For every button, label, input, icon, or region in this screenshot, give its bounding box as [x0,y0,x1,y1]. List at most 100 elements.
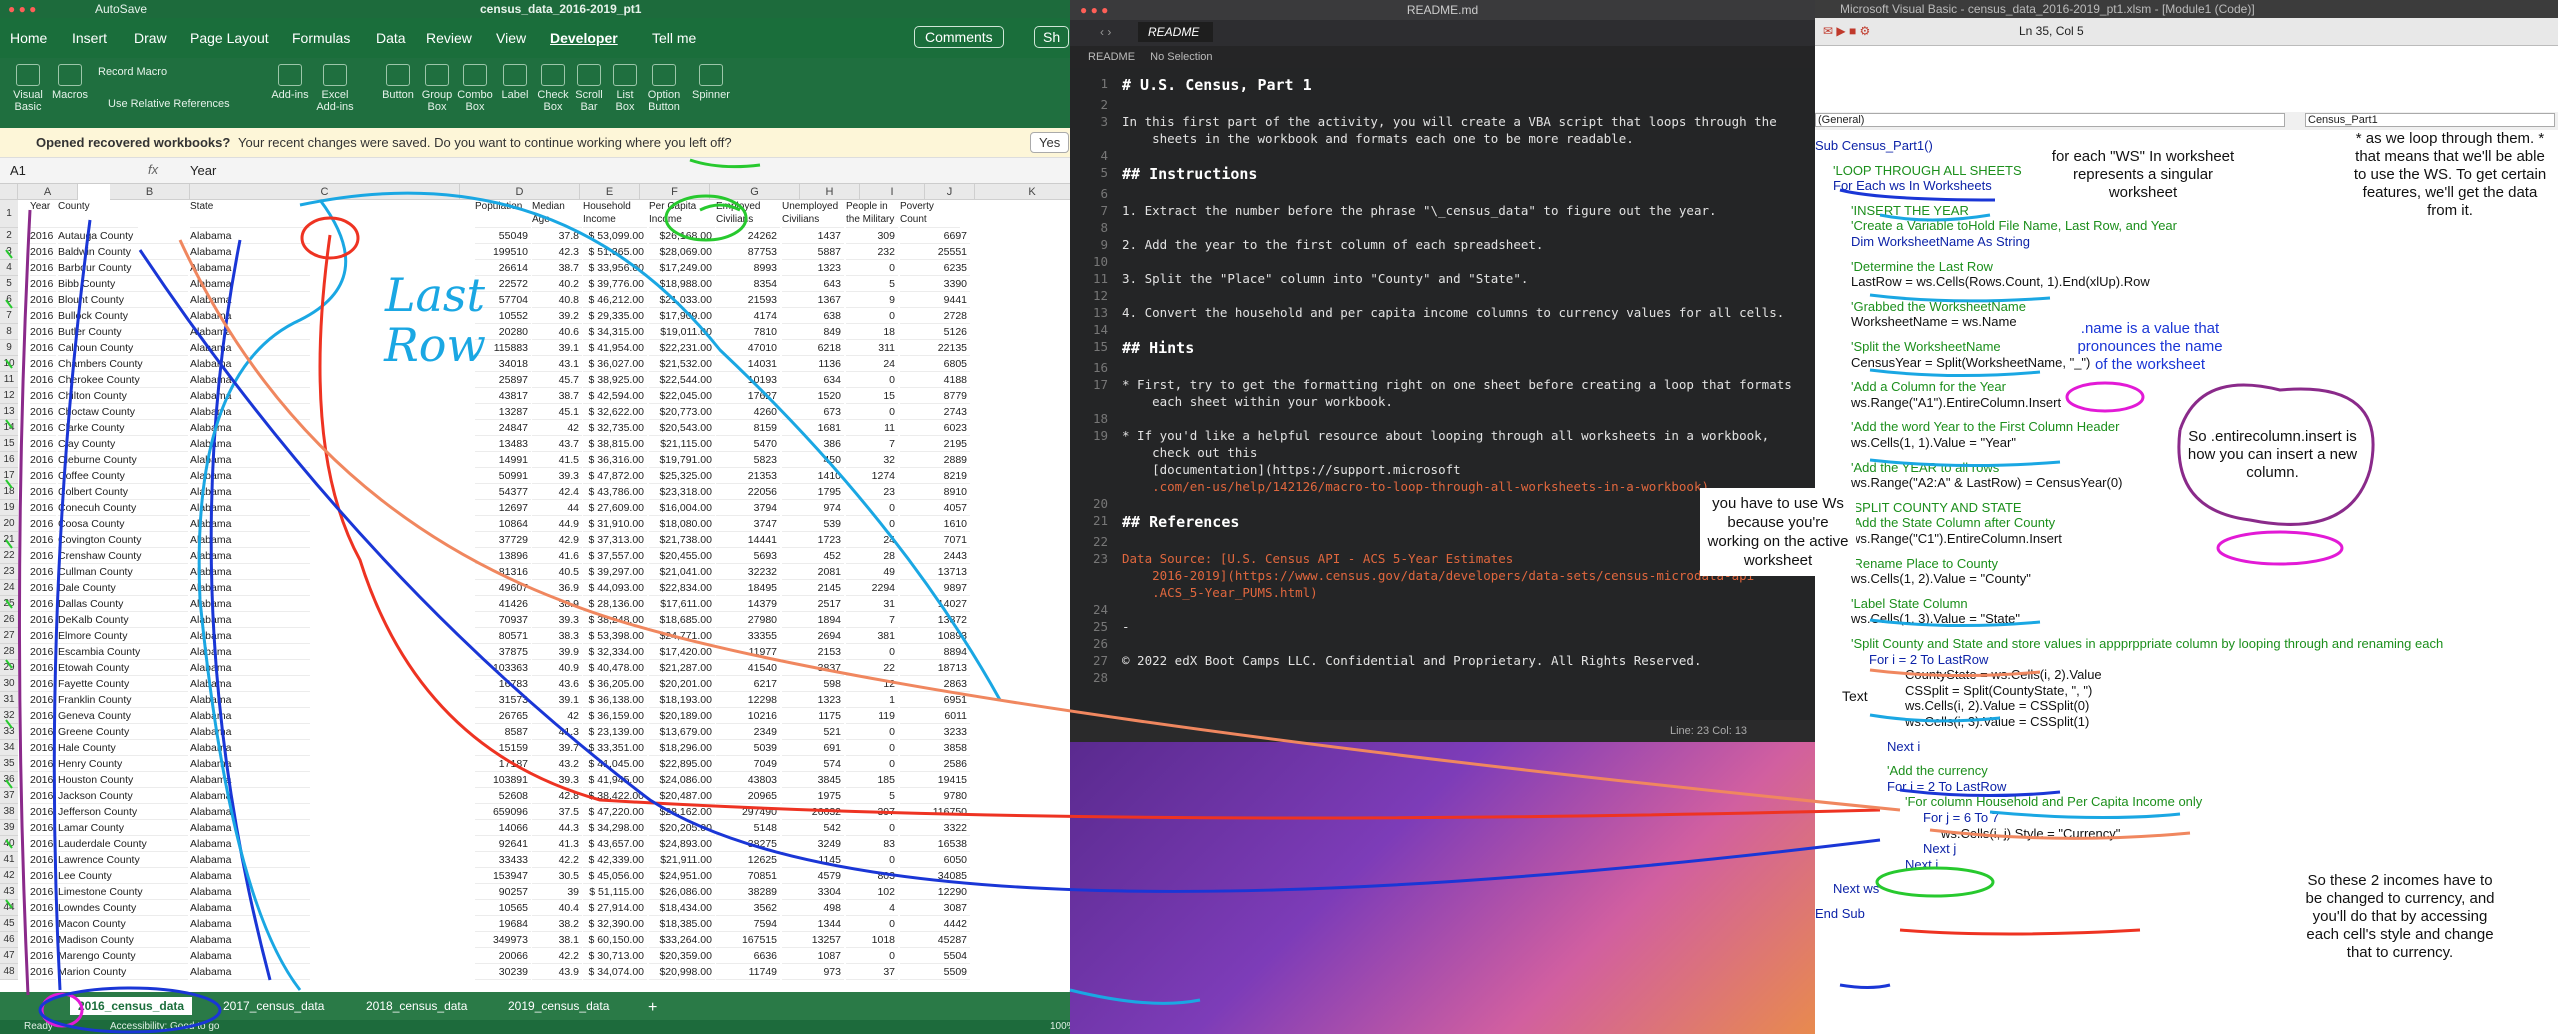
code-comment[interactable]: 'Add the YEAR to all rows [1851,460,1999,475]
table-cell[interactable]: 21353 [716,468,780,484]
table-cell[interactable]: Jefferson County [58,804,188,820]
table-cell[interactable]: 2016 [30,772,56,788]
table-cell[interactable]: Cleburne County [58,452,188,468]
table-cell[interactable]: 44 [532,500,582,516]
table-cell[interactable]: 2016 [30,948,56,964]
table-cell[interactable]: 13287 [475,404,531,420]
code-line[interactable]: ws.Cells(i, 3).Value = CSSplit(1) [1905,714,2089,729]
table-cell[interactable]: 8910 [900,484,970,500]
table-cell[interactable]: 33355 [716,628,780,644]
table-cell[interactable]: $ 53,099.00 [583,228,647,244]
table-cell[interactable]: 1145 [782,852,844,868]
table-cell[interactable]: Alabama [190,740,310,756]
table-cell[interactable]: 2517 [782,596,844,612]
code-line[interactable]: Next ws [1833,881,1879,896]
table-cell[interactable]: 2016 [30,580,56,596]
table-cell[interactable]: Alabama [190,340,310,356]
table-cell[interactable]: Lawrence County [58,852,188,868]
table-cell[interactable]: 12 [846,676,898,692]
table-cell[interactable]: 41540 [716,660,780,676]
table-cell[interactable]: Alabama [190,612,310,628]
table-cell[interactable]: 5823 [716,452,780,468]
table-cell[interactable]: $ 60,150.00 [583,932,647,948]
table-cell[interactable]: 1323 [782,692,844,708]
tab-page-layout[interactable]: Page Layout [190,30,269,46]
table-cell[interactable]: 0 [846,500,898,516]
table-cell[interactable]: 199510 [475,244,531,260]
table-cell[interactable]: 49 [846,564,898,580]
table-cell[interactable]: $20,998.00 [649,964,715,980]
list-box-control[interactable]: List Box [608,64,642,113]
sheet-tab-2019[interactable]: 2019_census_data [500,997,617,1015]
table-cell[interactable]: 24 [846,356,898,372]
table-cell[interactable]: Conecuh County [58,500,188,516]
row-header[interactable]: 42 [0,868,18,884]
table-cell[interactable]: 12290 [900,884,970,900]
table-cell[interactable]: Choctaw County [58,404,188,420]
table-cell[interactable]: 3858 [900,740,970,756]
code-line[interactable]: Dim WorksheetName As String [1851,234,2030,249]
table-cell[interactable]: Madison County [58,932,188,948]
table-cell[interactable]: 2016 [30,276,56,292]
table-cell[interactable]: Alabama [190,708,310,724]
table-cell[interactable]: $17,420.00 [649,644,715,660]
table-cell[interactable]: 3087 [900,900,970,916]
table-cell[interactable]: 311 [846,340,898,356]
table-cell[interactable]: 38.2 [532,916,582,932]
scroll-bar-control[interactable]: Scroll Bar [572,64,606,113]
table-cell[interactable]: Jackson County [58,788,188,804]
column-title[interactable]: Median Age [532,200,582,228]
table-cell[interactable]: 5509 [900,964,970,980]
table-cell[interactable]: 10216 [716,708,780,724]
table-cell[interactable]: 1894 [782,612,844,628]
table-cell[interactable]: $17,611.00 [649,596,715,612]
table-cell[interactable]: Dallas County [58,596,188,612]
table-cell[interactable]: 3747 [716,516,780,532]
table-cell[interactable]: 22056 [716,484,780,500]
table-cell[interactable]: 1795 [782,484,844,500]
table-cell[interactable]: 0 [846,644,898,660]
table-cell[interactable]: Cullman County [58,564,188,580]
table-cell[interactable]: $20,205.00 [649,820,715,836]
table-cell[interactable]: 3390 [900,276,970,292]
table-cell[interactable]: 45287 [900,932,970,948]
table-cell[interactable]: 0 [846,404,898,420]
table-cell[interactable]: $ 36,316.00 [583,452,647,468]
table-cell[interactable]: 803 [846,868,898,884]
table-cell[interactable]: 659096 [475,804,531,820]
table-cell[interactable]: 2145 [782,580,844,596]
table-cell[interactable]: 42.2 [532,948,582,964]
row-header[interactable]: 6 [0,292,18,308]
table-cell[interactable]: 24 [846,532,898,548]
select-all-corner[interactable] [0,184,18,200]
table-cell[interactable]: Alabama [190,548,310,564]
column-title[interactable]: People in the Military [846,200,898,228]
table-cell[interactable]: 1 [846,692,898,708]
table-cell[interactable]: Alabama [190,628,310,644]
column-header-i[interactable]: I [860,184,925,200]
table-cell[interactable]: 4579 [782,868,844,884]
row-header[interactable]: 48 [0,964,18,980]
table-cell[interactable]: 92641 [475,836,531,852]
table-cell[interactable]: $ 38,422.00 [583,788,647,804]
table-cell[interactable]: 2016 [30,884,56,900]
table-cell[interactable]: 80571 [475,628,531,644]
table-cell[interactable]: $28,069.00 [649,244,715,260]
table-cell[interactable]: 13872 [900,612,970,628]
table-cell[interactable]: 30239 [475,964,531,980]
table-cell[interactable]: Marion County [58,964,188,980]
table-cell[interactable]: 452 [782,548,844,564]
table-cell[interactable]: 5887 [782,244,844,260]
table-cell[interactable]: Crenshaw County [58,548,188,564]
table-cell[interactable]: 33433 [475,852,531,868]
tab-view[interactable]: View [496,30,526,46]
code-comment[interactable]: 'LOOP THROUGH ALL SHEETS [1833,163,2022,178]
table-cell[interactable]: 5693 [716,548,780,564]
column-title[interactable]: Population [475,200,531,228]
table-cell[interactable]: 2443 [900,548,970,564]
table-cell[interactable]: 81316 [475,564,531,580]
row-header[interactable]: 11 [0,372,18,388]
table-cell[interactable]: 87753 [716,244,780,260]
table-cell[interactable]: Lamar County [58,820,188,836]
table-cell[interactable]: 10565 [475,900,531,916]
